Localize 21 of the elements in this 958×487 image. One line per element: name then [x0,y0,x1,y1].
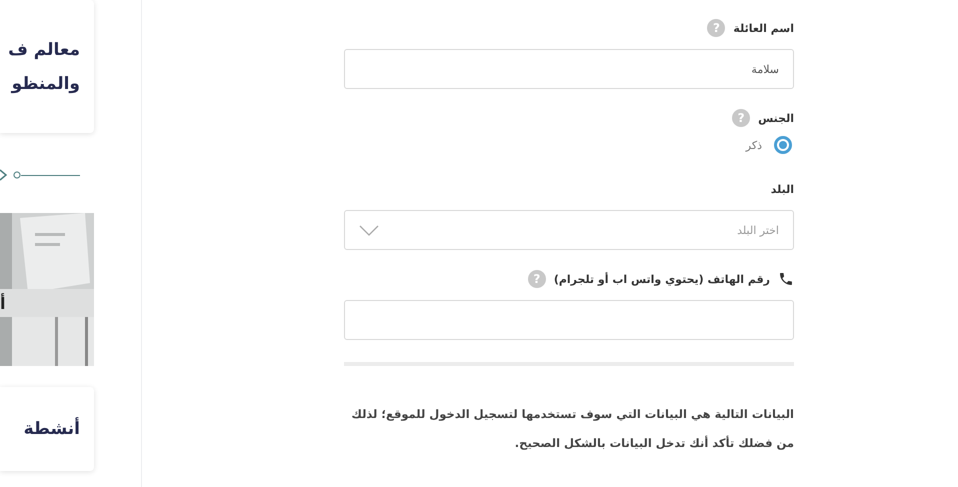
field-label: اسم العائلة [733,22,794,34]
field-label: البلد [770,182,794,196]
field-label: الجنس [758,112,794,124]
input-field[interactable] [344,300,794,340]
picture-caption: أ [0,294,6,312]
phone-icon [778,271,794,287]
help-icon[interactable]: ? [528,270,546,288]
card-title: معالم ف [8,40,80,60]
option-label: ذكر [746,138,762,152]
article-card[interactable]: أنشطة [0,387,94,471]
input-field[interactable]: سلامة [344,49,794,89]
info-paragraph: البيانات التالية هي البيانات التي سوف تستخدمها لتسجيل الدخول للموقع؛ لذلك من فضلك تأكد أنك تدخل البيانات بالشكل الصحيح. [350,406,794,452]
card-title: والمنظو [12,74,80,94]
radio-button[interactable] [774,136,792,154]
article-card[interactable]: معالم ف والمنظو [0,0,94,133]
card-title: أنشطة [24,419,80,439]
help-icon[interactable]: ? [707,19,726,37]
field-label: رقم الهاتف (يحتوي واتس اب أو تلجرام) [554,272,770,286]
help-icon[interactable]: ? [732,109,750,127]
chevron-down-icon [359,224,379,236]
country-select[interactable]: اختر البلد [344,210,794,250]
